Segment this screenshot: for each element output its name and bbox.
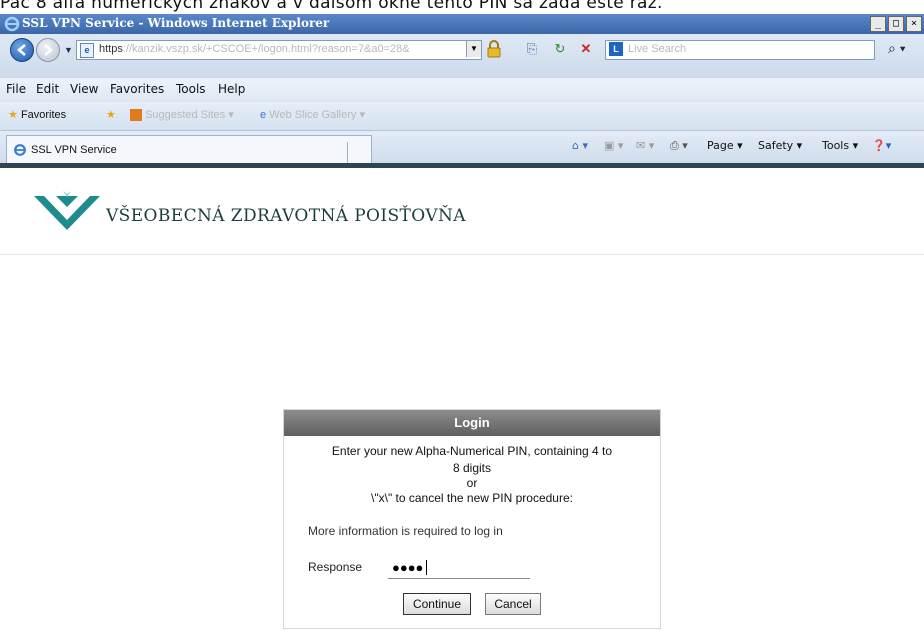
print-icon[interactable]: ⎙ ▾ <box>670 139 688 153</box>
info-message: More information is required to log in <box>308 524 503 538</box>
pin-instruction-cancel: \"x\" to cancel the new PIN procedure: <box>371 491 573 505</box>
address-toolbar: ▼ e https://kanzik.vszp.sk/+CSCOE+/logon… <box>0 34 924 78</box>
page-menu[interactable]: Page ▾ <box>707 139 743 152</box>
forward-button[interactable] <box>36 38 60 62</box>
pin-instruction-line2: 8 digits <box>452 461 492 475</box>
back-button[interactable] <box>10 38 34 62</box>
menu-view[interactable]: View <box>70 82 98 96</box>
tools-menu[interactable]: Tools ▾ <box>822 139 858 152</box>
home-icon[interactable]: ⌂ ▾ <box>572 139 588 152</box>
safety-menu[interactable]: Safety ▾ <box>758 139 802 152</box>
feeds-icon[interactable]: ▣ ▾ <box>604 139 623 152</box>
stop-icon[interactable]: ✕ <box>578 41 594 57</box>
suggested-sites-link[interactable]: Suggested Sites ▾ <box>130 108 234 122</box>
brand-name: VŠEOBECNÁ ZDRAVOTNÁ POISŤOVŇA <box>106 206 466 226</box>
text-caret <box>426 560 427 575</box>
menu-help[interactable]: Help <box>218 82 245 96</box>
continue-button[interactable]: Continue <box>403 593 471 615</box>
ie-tab-icon <box>14 144 26 156</box>
close-button[interactable]: × <box>906 16 922 32</box>
response-value: ●●●● <box>392 560 424 575</box>
url-path: /+CSCOE+/logon.html?reason=7&a0=28& <box>202 43 410 55</box>
minimize-button[interactable]: _ <box>870 16 886 32</box>
url-host: ://kanzik.vszp.sk <box>122 43 203 55</box>
login-title: Login <box>284 410 660 436</box>
tab-label: SSL VPN Service <box>31 144 117 156</box>
address-url: https://kanzik.vszp.sk/+CSCOE+/logon.htm… <box>99 43 410 55</box>
star-icon: ★ <box>8 109 18 121</box>
favorites-button[interactable]: ★ Favorites <box>8 108 66 121</box>
search-icon[interactable]: ⌕ ▾ <box>888 40 906 57</box>
menu-edit[interactable]: Edit <box>36 82 59 96</box>
pin-instruction-or: or <box>466 476 478 490</box>
web-slice-label: Web Slice Gallery ▾ <box>269 109 365 121</box>
favorites-bar: ★ Favorites ★ Suggested Sites ▾ e Web Sl… <box>0 102 924 131</box>
login-dialog: Login Enter your new Alpha-Numerical PIN… <box>283 409 661 629</box>
document-text-strip: Pač 8 alfa numerických znakov a v ďalšom… <box>0 0 924 14</box>
back-arrow-icon <box>17 44 26 56</box>
menu-favorites[interactable]: Favorites <box>110 82 164 96</box>
address-dropdown-icon[interactable]: ▼ <box>466 41 481 57</box>
lock-icon[interactable] <box>486 40 502 58</box>
compatibility-view-icon[interactable]: ⎘ <box>524 41 540 57</box>
response-label: Response <box>308 560 363 574</box>
search-placeholder: Live Search <box>628 43 687 55</box>
add-favorite-icon[interactable]: ★ <box>106 108 116 121</box>
window-titlebar: SSL VPN Service - Windows Internet Explo… <box>0 14 924 34</box>
history-dropdown-icon[interactable]: ▼ <box>64 45 73 55</box>
window-title: SSL VPN Service - Windows Internet Explo… <box>22 16 330 30</box>
page-icon: e <box>80 43 94 58</box>
suggested-sites-icon <box>130 109 142 122</box>
refresh-icon[interactable]: ↻ <box>552 41 568 57</box>
cancel-button[interactable]: Cancel <box>485 593 541 615</box>
menu-bar: File Edit View Favorites Tools Help <box>0 78 924 102</box>
menu-file[interactable]: File <box>6 82 26 96</box>
maximize-button[interactable]: □ <box>888 16 904 32</box>
search-input[interactable]: L Live Search <box>605 40 875 60</box>
document-text: Pač 8 alfa numerických znakov a v ďalšom… <box>0 0 663 13</box>
menu-tools[interactable]: Tools <box>176 82 206 96</box>
forward-arrow-icon <box>44 44 53 56</box>
favorites-label: Favorites <box>20 109 67 121</box>
web-slice-gallery-link[interactable]: e Web Slice Gallery ▾ <box>260 108 365 121</box>
vszp-logo-icon <box>34 191 100 230</box>
tab-ssl-vpn[interactable]: SSL VPN Service <box>6 135 372 166</box>
pin-instruction-line1: Enter your new Alpha-Numerical PIN, cont… <box>331 444 613 458</box>
ie-logo-icon <box>4 16 20 32</box>
help-icon[interactable]: ❓▾ <box>872 139 891 152</box>
address-bar[interactable]: e https://kanzik.vszp.sk/+CSCOE+/logon.h… <box>76 40 482 60</box>
response-input[interactable]: ●●●● <box>388 558 530 579</box>
mail-icon[interactable]: ✉ ▾ <box>636 139 654 152</box>
suggested-sites-label: Suggested Sites ▾ <box>145 109 234 121</box>
url-protocol: https <box>99 43 123 55</box>
ie-small-icon: e <box>260 109 267 121</box>
live-search-icon: L <box>609 42 623 56</box>
